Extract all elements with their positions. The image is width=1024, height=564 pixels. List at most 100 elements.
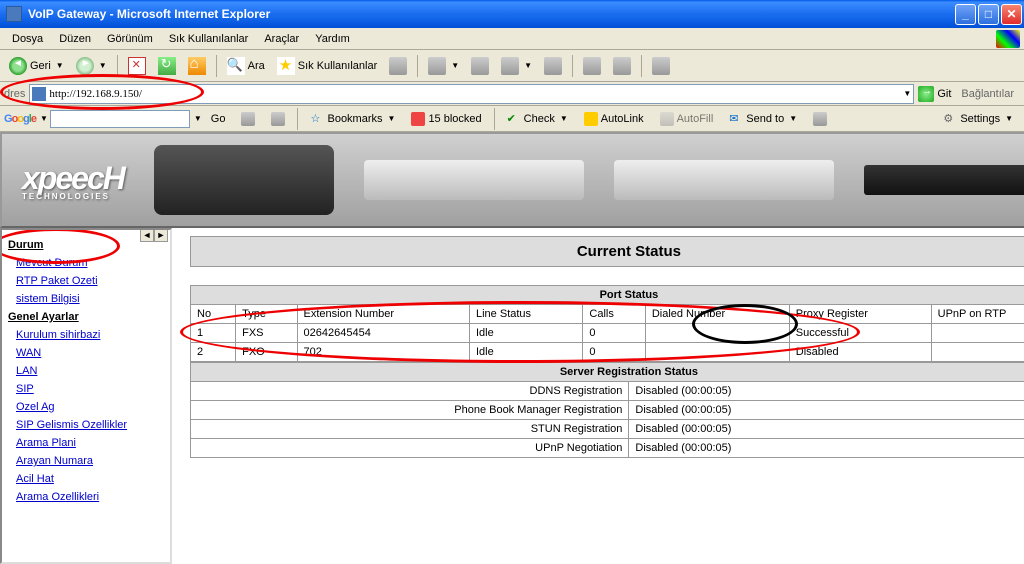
brand-banner: xpeecHTECHNOLOGIES	[0, 132, 1024, 228]
search-icon	[227, 57, 245, 75]
menu-file[interactable]: Dosya	[4, 31, 51, 47]
history-button[interactable]	[384, 54, 412, 78]
discuss-icon	[544, 57, 562, 75]
sidebar-item-lan[interactable]: LAN	[4, 362, 168, 380]
sidebar-arrow-left[interactable]: ◄	[140, 228, 154, 242]
device-image-3	[614, 160, 834, 200]
home-icon	[188, 57, 206, 75]
col-type: Type	[236, 305, 297, 324]
go-button[interactable]: Git	[918, 86, 951, 102]
discuss-button[interactable]	[539, 54, 567, 78]
col-line: Line Status	[470, 305, 583, 324]
refresh-icon	[158, 57, 176, 75]
forward-button[interactable]: ▼	[71, 54, 112, 78]
google-toolbar: Google▼ ▼ Go Bookmarks▼ 15 blocked Check…	[0, 106, 1024, 132]
google-btn1[interactable]	[234, 109, 262, 129]
sidebar-item-wan[interactable]: WAN	[4, 344, 168, 362]
address-input[interactable]	[49, 88, 901, 100]
gear-icon	[943, 112, 957, 126]
research-button[interactable]	[578, 54, 606, 78]
sidebar-item-ozelag[interactable]: Ozel Ag	[4, 398, 168, 416]
content-area: xpeecHTECHNOLOGIES ◄► Durum Mevcut Durum…	[0, 132, 1024, 564]
minimize-button[interactable]: _	[955, 4, 976, 25]
home-button[interactable]	[183, 54, 211, 78]
address-field[interactable]: ▼	[29, 84, 914, 104]
maximize-button[interactable]: □	[978, 4, 999, 25]
port-status-table: Port Status No Type Extension Number Lin…	[190, 285, 1024, 362]
sidebar-item-sistem[interactable]: sistem Bilgisi	[4, 290, 168, 308]
go-icon	[918, 86, 934, 102]
messenger-button[interactable]	[608, 54, 636, 78]
edit-button[interactable]: ▼	[496, 54, 537, 78]
sidebar-item-mevcut-durum[interactable]: Mevcut Durum	[4, 254, 168, 272]
google-btn2[interactable]	[264, 109, 292, 129]
sidebar-item-aramaplani[interactable]: Arama Plani	[4, 434, 168, 452]
sendto-button[interactable]: Send to▼	[722, 109, 804, 129]
research-icon	[583, 57, 601, 75]
col-upnp: UPnP on RTP	[931, 305, 1024, 324]
mail-button[interactable]: ▼	[423, 54, 464, 78]
back-button[interactable]: Geri▼	[4, 54, 69, 78]
print-button[interactable]	[466, 54, 494, 78]
port-status-header: Port Status	[191, 286, 1024, 305]
sidebar-item-rtp[interactable]: RTP Paket Ozeti	[4, 272, 168, 290]
window-titlebar: VoIP Gateway - Microsoft Internet Explor…	[0, 0, 1024, 28]
google-search-input[interactable]	[50, 110, 190, 128]
history-icon	[389, 57, 407, 75]
google-go-button[interactable]: Go	[204, 109, 233, 129]
people-button[interactable]	[647, 54, 675, 78]
sidebar-item-sipgelismis[interactable]: SIP Gelismis Ozellikler	[4, 416, 168, 434]
messenger-icon	[613, 57, 631, 75]
refresh-button[interactable]	[153, 54, 181, 78]
stop-button[interactable]	[123, 54, 151, 78]
col-calls: Calls	[583, 305, 645, 324]
brand-logo: xpeecHTECHNOLOGIES	[22, 160, 124, 201]
page-icon	[32, 87, 46, 101]
autolink-button[interactable]: AutoLink	[577, 109, 651, 129]
back-icon	[9, 57, 27, 75]
menu-view[interactable]: Görünüm	[99, 31, 161, 47]
registration-table: Server Registration Status DDNS Registra…	[190, 362, 1024, 458]
blocked-icon	[411, 112, 425, 126]
autofill-icon	[660, 112, 674, 126]
check-button[interactable]: Check▼	[500, 109, 575, 129]
sidebar-item-sip[interactable]: SIP	[4, 380, 168, 398]
close-button[interactable]: ✕	[1001, 4, 1022, 25]
links-label[interactable]: Bağlantılar	[955, 88, 1020, 100]
sidebar-section-genel[interactable]: Genel Ayarlar	[4, 308, 168, 326]
table-row: 1 FXS 02642645454 Idle 0 Successful	[191, 324, 1024, 343]
menu-edit[interactable]: Düzen	[51, 31, 99, 47]
sidebar-item-kurulum[interactable]: Kurulum sihirbazi	[4, 326, 168, 344]
col-dialed: Dialed Number	[645, 305, 789, 324]
sidebar-item-acilhat[interactable]: Acil Hat	[4, 470, 168, 488]
edit-icon	[501, 57, 519, 75]
search-button[interactable]: Ara	[222, 54, 270, 78]
stop-icon	[128, 57, 146, 75]
reg-status-header: Server Registration Status	[191, 363, 1024, 382]
bookmarks-button[interactable]: Bookmarks▼	[303, 109, 402, 129]
autofill-button[interactable]: AutoFill	[653, 109, 721, 129]
sidebar-arrow-right[interactable]: ►	[154, 228, 168, 242]
autolink-icon	[584, 112, 598, 126]
blocked-button[interactable]: 15 blocked	[404, 109, 488, 129]
mail-icon	[428, 57, 446, 75]
menu-favorites[interactable]: Sık Kullanılanlar	[161, 31, 257, 47]
app-icon	[6, 6, 22, 22]
people-icon	[652, 57, 670, 75]
sidebar-item-arayan[interactable]: Arayan Numara	[4, 452, 168, 470]
sidebar-item-aramaozellik[interactable]: Arama Ozellikleri	[4, 488, 168, 506]
table-row: 2 FXO 702 Idle 0 Disabled	[191, 343, 1024, 362]
address-dropdown-icon[interactable]: ▼	[901, 89, 911, 98]
google-opt-button[interactable]	[806, 109, 834, 129]
bookmark-icon	[310, 112, 324, 126]
menu-tools[interactable]: Araçlar	[256, 31, 307, 47]
google-logo[interactable]: Google	[4, 113, 36, 125]
col-no: No	[191, 305, 236, 324]
favorites-button[interactable]: Sık Kullanılanlar	[272, 54, 383, 78]
device-image-2	[364, 160, 584, 200]
settings-button[interactable]: Settings▼	[936, 109, 1020, 129]
ie-logo-icon	[996, 30, 1020, 48]
page-title: Current Status	[190, 236, 1024, 267]
address-bar: dres ▼ Git Bağlantılar	[0, 82, 1024, 106]
menu-help[interactable]: Yardım	[307, 31, 358, 47]
